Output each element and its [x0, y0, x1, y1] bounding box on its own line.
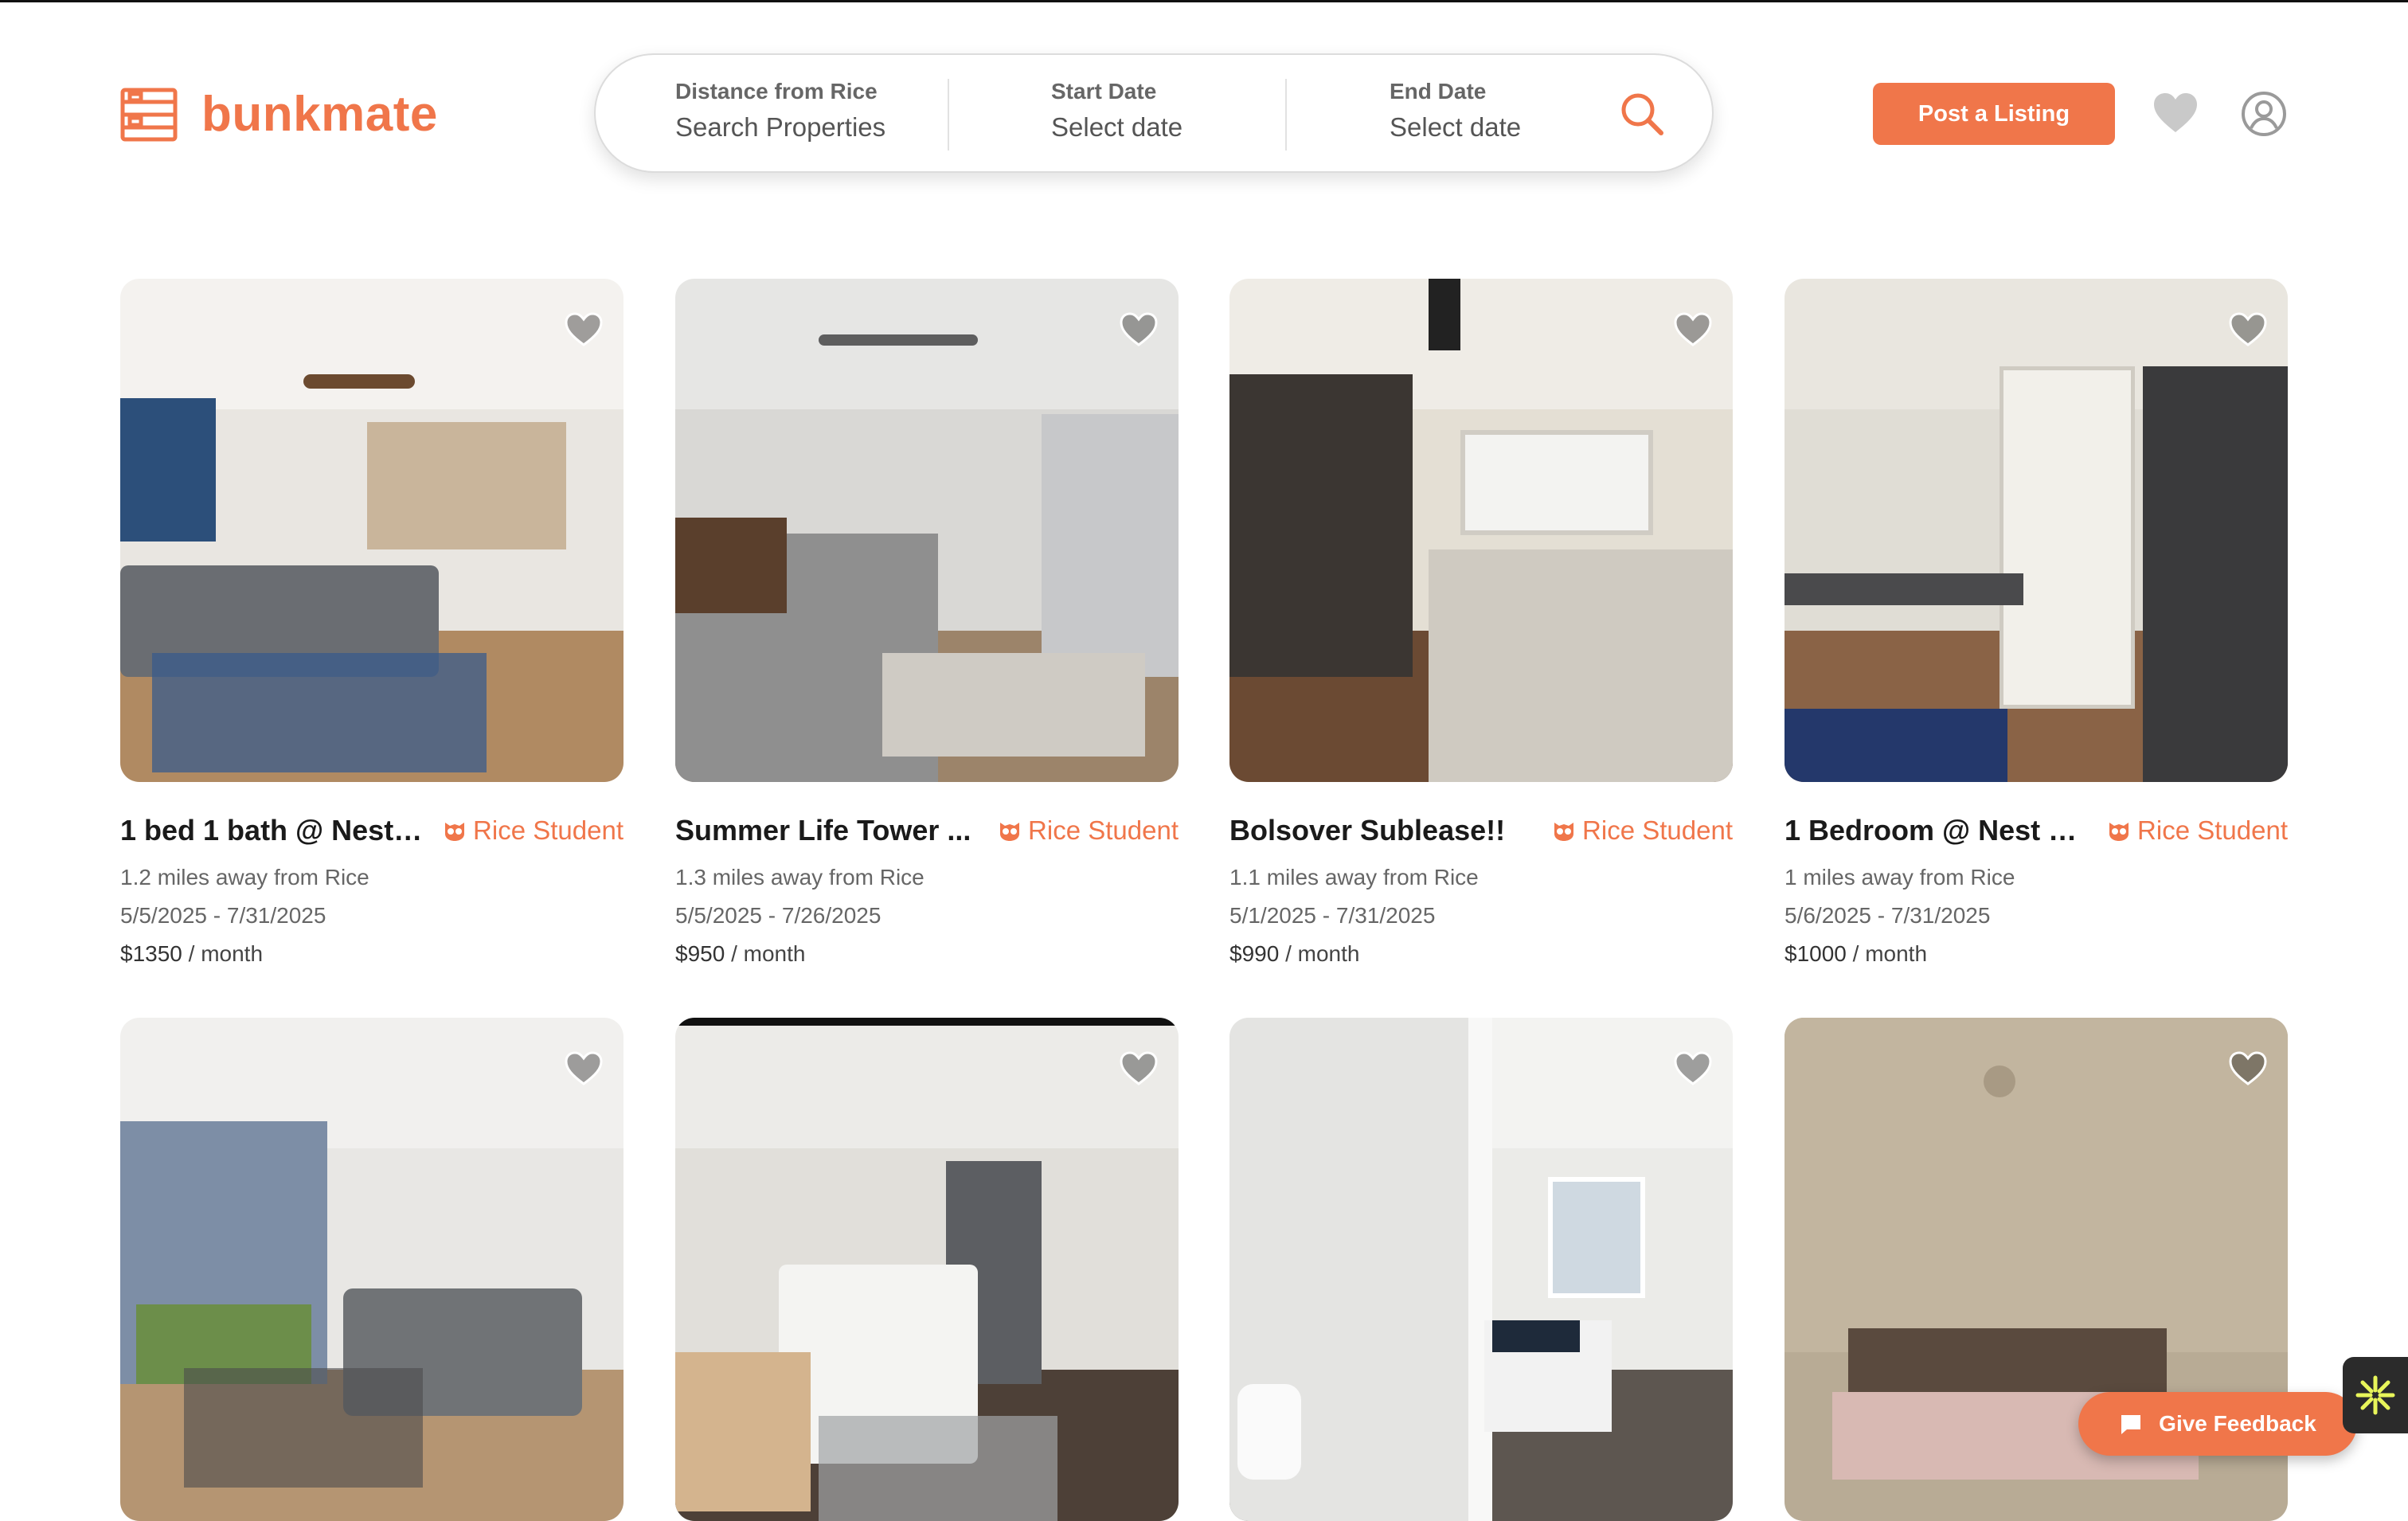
listing-price: $1000 / month — [1784, 941, 2288, 967]
listing-distance: 1.1 miles away from Rice — [1229, 865, 1479, 890]
price-unit: / month — [1846, 941, 1928, 966]
badge-label: Rice Student — [1582, 815, 1733, 845]
side-widget[interactable] — [2343, 1357, 2408, 1433]
search-bar: Distance from Rice Search Properties Sta… — [594, 53, 1714, 173]
listing-card[interactable]: 1 bed 1 bath @ Nest ... Rice Student 1.2… — [120, 279, 624, 967]
badge-label: Rice Student — [473, 815, 624, 845]
distance-label: Distance from Rice — [675, 79, 878, 104]
listing-dates: 5/5/2025 - 7/31/2025 — [120, 903, 326, 928]
listing-card[interactable] — [1229, 1018, 1733, 1521]
end-date-field[interactable]: End Date Select date — [1390, 79, 1521, 143]
asterisk-icon — [2355, 1375, 2395, 1415]
window-top-border — [0, 0, 2408, 2]
end-date-label: End Date — [1390, 79, 1487, 104]
listing-title[interactable]: 1 Bedroom @ Nest o... — [1784, 814, 2087, 847]
distance-input[interactable]: Search Properties — [675, 112, 885, 143]
owl-icon — [445, 823, 465, 841]
badge-label: Rice Student — [1028, 815, 1179, 845]
heart-icon[interactable] — [565, 312, 603, 347]
post-listing-button[interactable]: Post a Listing — [1873, 83, 2115, 145]
listing-photo[interactable] — [1784, 279, 2288, 782]
listing-dates: 5/6/2025 - 7/31/2025 — [1784, 903, 1991, 928]
price-amount: $990 — [1229, 941, 1280, 966]
heart-icon[interactable] — [1120, 1051, 1158, 1086]
listing-photo[interactable] — [675, 279, 1179, 782]
bunk-bed-icon — [120, 88, 178, 141]
price-amount: $1350 — [120, 941, 182, 966]
heart-icon[interactable] — [565, 1051, 603, 1086]
student-badge: Rice Student — [1552, 815, 1733, 846]
heart-icon[interactable] — [2229, 1051, 2267, 1086]
listing-photo[interactable] — [675, 1018, 1179, 1521]
feedback-label: Give Feedback — [2159, 1411, 2316, 1436]
listing-title[interactable]: Summer Life Tower ... — [675, 814, 971, 847]
price-amount: $950 — [675, 941, 725, 966]
student-badge: Rice Student — [2107, 815, 2288, 846]
listing-price: $1350 / month — [120, 941, 624, 967]
distance-field[interactable]: Distance from Rice Search Properties — [675, 79, 885, 143]
listing-card[interactable] — [675, 1018, 1179, 1521]
search-divider — [1285, 79, 1287, 151]
brand-name: bunkmate — [201, 87, 438, 142]
heart-icon[interactable] — [2229, 312, 2267, 347]
owl-icon — [1554, 823, 1574, 841]
give-feedback-button[interactable]: Give Feedback — [2078, 1392, 2357, 1456]
listing-title[interactable]: 1 bed 1 bath @ Nest ... — [120, 814, 423, 847]
owl-icon — [1000, 823, 1020, 841]
chat-bubble-icon — [2121, 1415, 2141, 1434]
student-badge: Rice Student — [443, 815, 624, 846]
price-unit: / month — [182, 941, 264, 966]
listing-distance: 1.2 miles away from Rice — [120, 865, 369, 890]
listing-photo[interactable] — [1229, 1018, 1733, 1521]
listing-photo[interactable] — [1229, 279, 1733, 782]
student-badge: Rice Student — [998, 815, 1179, 846]
heart-icon[interactable] — [1674, 1051, 1712, 1086]
heart-icon[interactable] — [1120, 312, 1158, 347]
badge-label: Rice Student — [2137, 815, 2288, 845]
user-circle-icon[interactable] — [2241, 91, 2287, 137]
listing-price: $990 / month — [1229, 941, 1733, 967]
heart-icon[interactable] — [1674, 312, 1712, 347]
listing-dates: 5/1/2025 - 7/31/2025 — [1229, 903, 1436, 928]
heart-icon[interactable] — [2152, 91, 2199, 135]
search-divider — [948, 79, 949, 151]
listing-card[interactable]: 1 Bedroom @ Nest o... Rice Student 1 mil… — [1784, 279, 2288, 967]
listing-dates: 5/5/2025 - 7/26/2025 — [675, 903, 882, 928]
listing-card[interactable]: Bolsover Sublease!! Rice Student 1.1 mil… — [1229, 279, 1733, 967]
listing-photo[interactable] — [120, 1018, 624, 1521]
search-icon[interactable] — [1618, 90, 1666, 138]
listing-distance: 1 miles away from Rice — [1784, 865, 2015, 890]
listing-distance: 1.3 miles away from Rice — [675, 865, 924, 890]
listing-card[interactable] — [120, 1018, 624, 1521]
listing-photo[interactable] — [120, 279, 624, 782]
price-unit: / month — [1279, 941, 1360, 966]
start-date-field[interactable]: Start Date Select date — [1051, 79, 1182, 143]
end-date-input[interactable]: Select date — [1390, 112, 1521, 143]
owl-icon — [2109, 823, 2129, 841]
listing-card[interactable]: Summer Life Tower ... Rice Student 1.3 m… — [675, 279, 1179, 967]
start-date-label: Start Date — [1051, 79, 1157, 104]
price-unit: / month — [725, 941, 806, 966]
listing-price: $950 / month — [675, 941, 1179, 967]
price-amount: $1000 — [1784, 941, 1847, 966]
listing-title[interactable]: Bolsover Sublease!! — [1229, 814, 1505, 847]
brand-logo[interactable]: bunkmate — [120, 86, 438, 143]
start-date-input[interactable]: Select date — [1051, 112, 1182, 143]
